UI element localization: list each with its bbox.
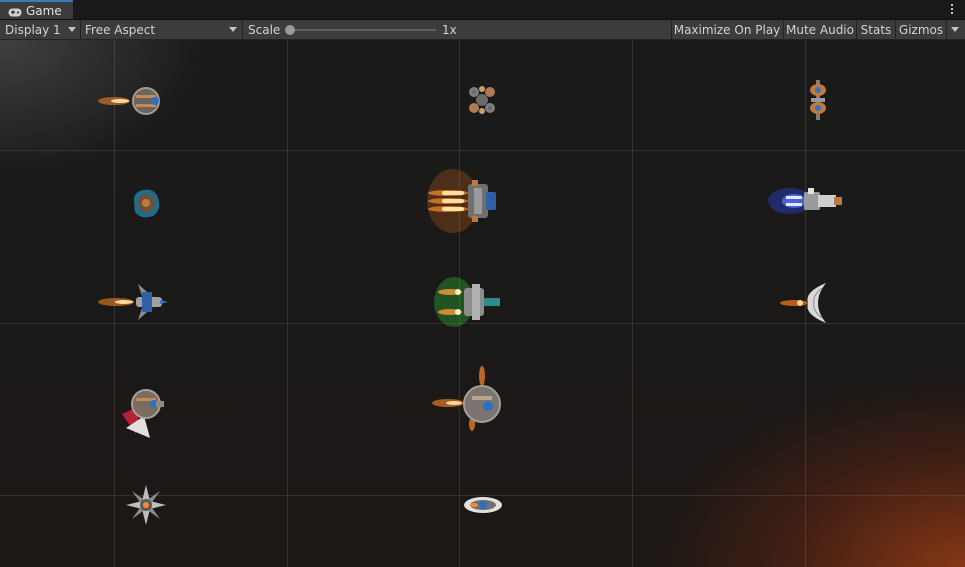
round-gunship-ship-icon [432, 366, 504, 432]
twin-pod-drone-ship-icon [806, 78, 830, 122]
star-mine-icon [125, 484, 167, 526]
blue-thruster-ship-icon [768, 182, 846, 220]
grid-line [632, 40, 633, 567]
mute-audio-button[interactable]: Mute Audio [784, 20, 856, 39]
stats-button[interactable]: Stats [857, 20, 895, 39]
chevron-down-icon [68, 27, 76, 32]
gizmos-dropdown[interactable] [947, 20, 965, 39]
heavy-cruiser-ship-icon [408, 166, 508, 236]
eye-saucer-ship-icon [462, 494, 504, 516]
scale-slider-track[interactable] [290, 29, 436, 31]
gamepad-icon [8, 6, 22, 17]
tab-label: Game [26, 3, 62, 18]
cluster-drone-ship-icon [466, 84, 498, 116]
crescent-ship-icon [778, 280, 836, 326]
red-fin-ship-icon [116, 384, 170, 440]
scale-label: Scale [248, 22, 281, 37]
chevron-down-icon [229, 27, 237, 32]
asteroid-pod-ship-icon [129, 186, 163, 220]
game-view[interactable] [0, 40, 965, 567]
display-dropdown-label: Display 1 [5, 22, 61, 37]
chevron-down-icon [951, 27, 959, 32]
maximize-on-play-button[interactable]: Maximize On Play [672, 20, 782, 39]
scale-slider-handle[interactable] [285, 25, 295, 35]
aspect-dropdown-label: Free Aspect [85, 22, 156, 37]
grid-line [287, 40, 288, 567]
sphere-fighter-ship-icon [98, 84, 168, 118]
display-dropdown[interactable]: Display 1 [0, 20, 80, 39]
tab-game[interactable]: Game [0, 0, 73, 19]
green-thruster-ship-icon [428, 274, 508, 330]
aspect-dropdown[interactable]: Free Aspect [81, 20, 242, 39]
grid-line [0, 150, 965, 151]
winged-fighter-ship-icon [98, 280, 170, 324]
scale-value: 1x [442, 22, 457, 37]
gizmos-button[interactable]: Gizmos [896, 20, 946, 39]
kebab-menu-icon[interactable] [949, 1, 955, 17]
tab-bar: Game [0, 0, 965, 20]
game-toolbar: Display 1 Free Aspect Scale 1x Maximize … [0, 20, 965, 40]
